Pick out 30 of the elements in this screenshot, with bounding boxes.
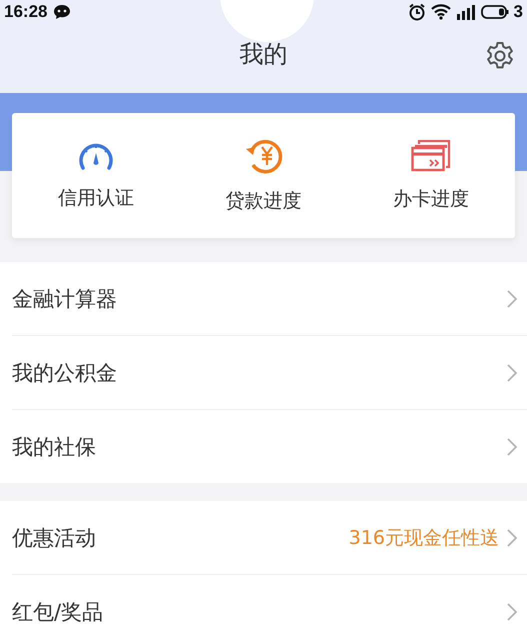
yen-refresh-icon [244,138,284,174]
chat-bubble-icon [53,4,72,20]
menu-label: 我的社保 [12,434,96,460]
battery-icon [480,5,509,19]
chevron-icon [507,528,517,546]
menu-item[interactable]: 金融计算器 [12,262,527,336]
shortcut-button[interactable]: 贷款进度 [180,113,348,238]
menu-label: 我的公积金 [12,360,117,386]
chevron-icon [507,602,517,620]
menu-item[interactable]: 我的公积金 [12,336,527,410]
menu-item[interactable]: 优惠活动 316元现金任性送 [12,501,527,575]
menu-label: 红包/奖品 [12,598,104,626]
chevron-icon [507,290,517,308]
menu-item[interactable]: 红包/奖品 [12,575,527,644]
menu-label: 优惠活动 [12,524,96,552]
shortcut-button[interactable]: 办卡进度 [347,113,516,238]
alarm-icon [408,3,426,21]
chevron-icon [507,364,517,382]
chevron-icon [507,438,517,456]
signal-icon [456,4,476,20]
menu-label: 金融计算器 [12,286,117,312]
battery-percent: 3 [514,2,523,22]
cards-icon [411,140,452,172]
status-time: 16:28 [4,2,48,22]
menu-item[interactable]: 我的社保 [12,410,527,483]
settings-icon[interactable] [485,41,515,71]
page-title: 我的 [240,39,288,70]
wifi-icon [430,4,451,20]
shortcut-button[interactable]: 信用认证 [12,113,180,238]
promo-text: 316元现金任性送 [348,526,499,550]
